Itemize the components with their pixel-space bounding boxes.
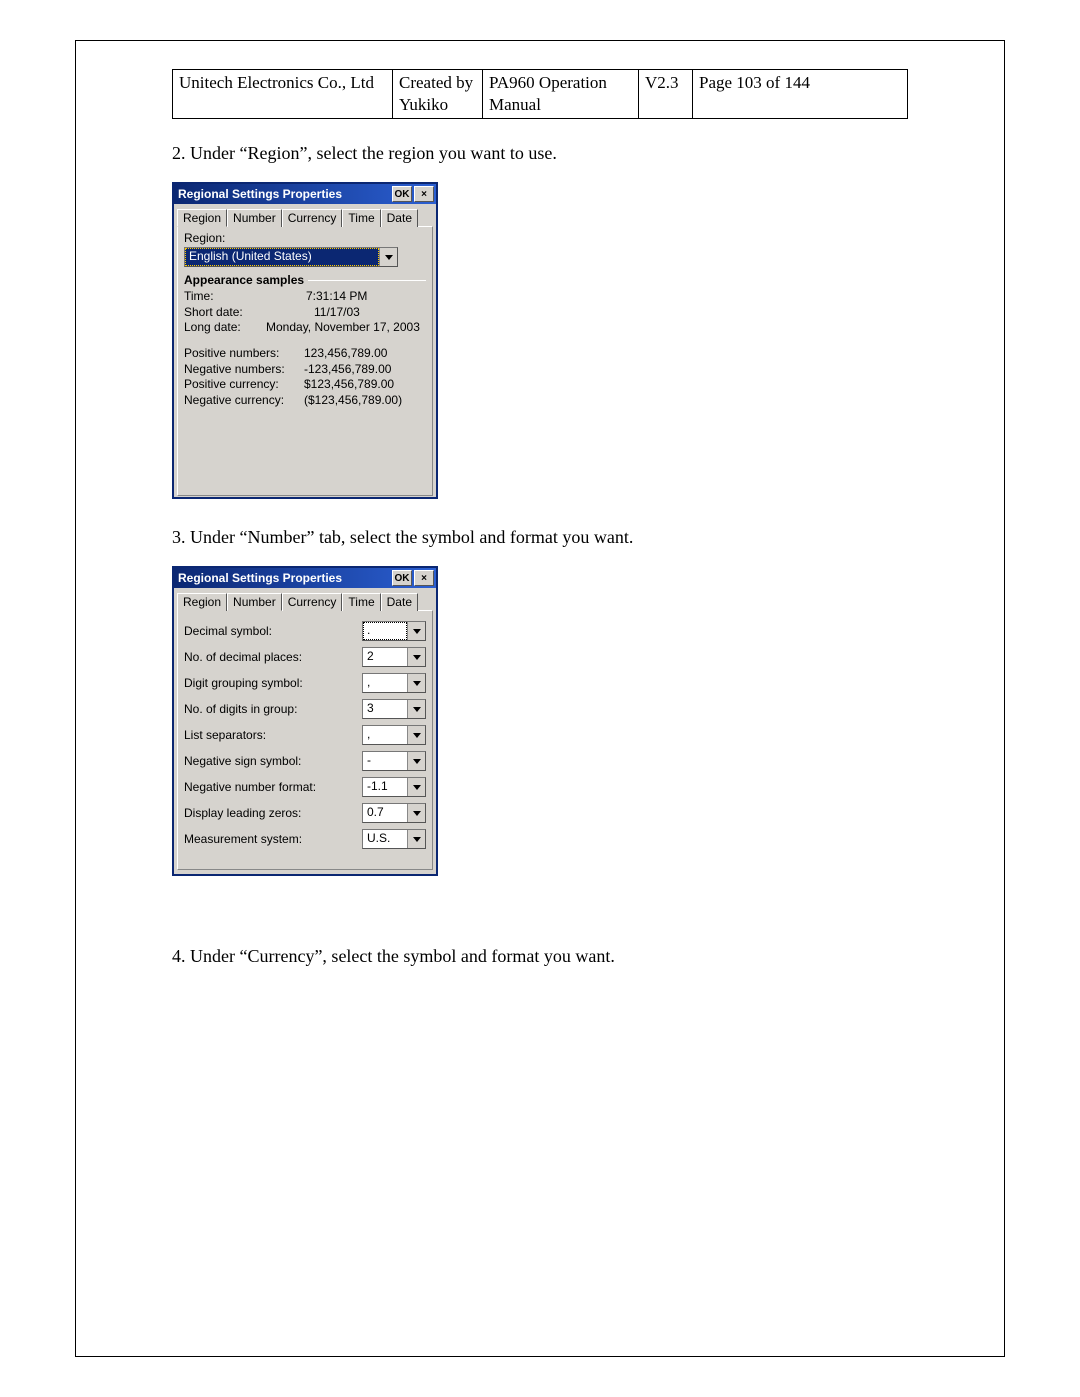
tab-number[interactable]: Number <box>227 593 282 611</box>
tab-region[interactable]: Region <box>177 593 227 611</box>
neg-sign-dropdown[interactable]: - <box>362 751 426 771</box>
digits-group-label: No. of digits in group: <box>184 702 356 716</box>
neg-sign-label: Negative sign symbol: <box>184 754 356 768</box>
tab-region[interactable]: Region <box>177 209 227 227</box>
list-sep-dropdown[interactable]: , <box>362 725 426 745</box>
titlebar: Regional Settings Properties OK × <box>174 184 436 204</box>
chevron-down-icon[interactable] <box>407 674 425 692</box>
header-page: Page 103 of 144 <box>693 70 908 119</box>
grouping-symbol-dropdown[interactable]: , <box>362 673 426 693</box>
tab-time[interactable]: Time <box>342 209 380 227</box>
region-value: English (United States) <box>185 248 379 266</box>
tabstrip: Region Number Currency Time Date <box>174 588 436 610</box>
tab-currency[interactable]: Currency <box>282 593 343 611</box>
tab-date[interactable]: Date <box>381 593 418 611</box>
leading-zeros-dropdown[interactable]: 0.7 <box>362 803 426 823</box>
chevron-down-icon[interactable] <box>407 752 425 770</box>
chevron-down-icon[interactable] <box>407 726 425 744</box>
measurement-dropdown[interactable]: U.S. <box>362 829 426 849</box>
step-2-text: 2. Under “Region”, select the region you… <box>172 143 908 164</box>
appearance-samples-label: Appearance samples <box>184 273 426 287</box>
chevron-down-icon[interactable] <box>407 622 425 640</box>
chevron-down-icon[interactable] <box>407 648 425 666</box>
close-button[interactable]: × <box>414 570 434 586</box>
regional-settings-dialog-number: Regional Settings Properties OK × Region… <box>172 566 438 876</box>
dialog-title: Regional Settings Properties <box>178 571 390 585</box>
ok-button[interactable]: OK <box>392 570 412 586</box>
step-4-text: 4. Under “Currency”, select the symbol a… <box>172 946 908 967</box>
tab-currency[interactable]: Currency <box>282 209 343 227</box>
dialog-title: Regional Settings Properties <box>178 187 390 201</box>
tab-date[interactable]: Date <box>381 209 418 227</box>
decimal-places-label: No. of decimal places: <box>184 650 356 664</box>
appearance-samples: Time:7:31:14 PM Short date:11/17/03 Long… <box>184 289 426 408</box>
neg-format-dropdown[interactable]: -1.1 <box>362 777 426 797</box>
digits-group-dropdown[interactable]: 3 <box>362 699 426 719</box>
neg-format-label: Negative number format: <box>184 780 356 794</box>
tabstrip: Region Number Currency Time Date <box>174 204 436 226</box>
chevron-down-icon[interactable] <box>407 830 425 848</box>
header-version: V2.3 <box>639 70 693 119</box>
header-doc: PA960 Operation Manual <box>483 70 639 119</box>
tabpage-region: Region: English (United States) Appearan… <box>177 226 433 496</box>
titlebar: Regional Settings Properties OK × <box>174 568 436 588</box>
close-button[interactable]: × <box>414 186 434 202</box>
ok-button[interactable]: OK <box>392 186 412 202</box>
decimal-places-dropdown[interactable]: 2 <box>362 647 426 667</box>
chevron-down-icon[interactable] <box>407 700 425 718</box>
tab-time[interactable]: Time <box>342 593 380 611</box>
chevron-down-icon[interactable] <box>407 778 425 796</box>
region-dropdown[interactable]: English (United States) <box>184 247 398 267</box>
tab-number[interactable]: Number <box>227 209 282 227</box>
grouping-symbol-label: Digit grouping symbol: <box>184 676 356 690</box>
header-created: Created by Yukiko <box>393 70 483 119</box>
chevron-down-icon[interactable] <box>379 248 397 266</box>
chevron-down-icon[interactable] <box>407 804 425 822</box>
header-company: Unitech Electronics Co., Ltd <box>173 70 393 119</box>
decimal-symbol-dropdown[interactable]: . <box>362 621 426 641</box>
step-3-text: 3. Under “Number” tab, select the symbol… <box>172 527 908 548</box>
tabpage-number: Decimal symbol: . No. of decimal places:… <box>177 610 433 870</box>
header-table: Unitech Electronics Co., Ltd Created by … <box>172 69 908 119</box>
regional-settings-dialog-region: Regional Settings Properties OK × Region… <box>172 182 438 499</box>
decimal-symbol-label: Decimal symbol: <box>184 624 356 638</box>
leading-zeros-label: Display leading zeros: <box>184 806 356 820</box>
measurement-label: Measurement system: <box>184 832 356 846</box>
region-label: Region: <box>184 231 426 245</box>
list-sep-label: List separators: <box>184 728 356 742</box>
